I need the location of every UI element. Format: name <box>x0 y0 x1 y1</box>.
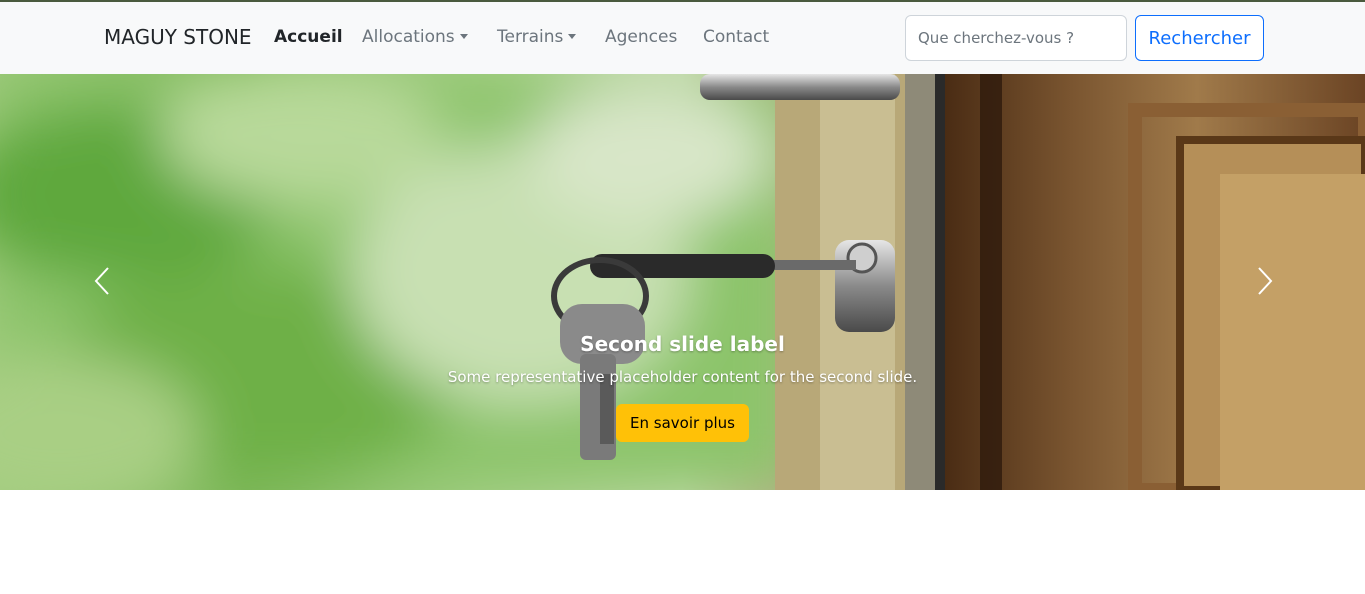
caret-down-icon <box>459 34 468 39</box>
nav-link-label: Contact <box>703 27 770 47</box>
nav-link-label: Agences <box>605 27 678 47</box>
learn-more-button[interactable]: En savoir plus <box>616 404 749 442</box>
search-input[interactable] <box>905 15 1127 61</box>
carousel-prev-button[interactable] <box>88 264 118 298</box>
slide-caption: Second slide label Some representative p… <box>0 332 1365 442</box>
nav-link-label: Accueil <box>274 27 343 47</box>
hero-carousel: Second slide label Some representative p… <box>0 74 1365 490</box>
brand-logo[interactable]: MAGUY STONE <box>104 25 252 49</box>
nav-link-accueil[interactable]: Accueil <box>274 27 343 47</box>
nav-link-label: Allocations <box>362 27 455 47</box>
nav-link-agences[interactable]: Agences <box>605 27 677 47</box>
chevron-left-icon <box>94 267 109 295</box>
nav-dropdown-allocations[interactable]: Allocations <box>362 27 468 47</box>
navbar: MAGUY STONE Accueil Allocations Terrains… <box>0 2 1365 74</box>
search-button[interactable]: Rechercher <box>1135 15 1264 61</box>
nav-link-contact[interactable]: Contact <box>703 27 769 47</box>
caret-down-icon <box>568 34 577 39</box>
nav-link-label: Terrains <box>497 27 564 47</box>
chevron-right-icon <box>1258 267 1273 295</box>
nav-dropdown-terrains[interactable]: Terrains <box>497 27 577 47</box>
slide-title: Second slide label <box>580 332 785 356</box>
carousel-next-button[interactable] <box>1249 264 1279 298</box>
slide-text: Some representative placeholder content … <box>447 368 918 386</box>
